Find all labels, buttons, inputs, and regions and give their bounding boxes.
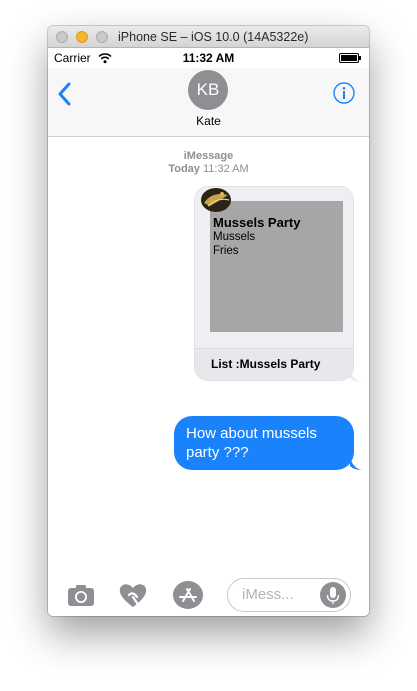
battery-icon: [339, 53, 361, 63]
sent-message-bubble[interactable]: How about mussels party ???: [174, 416, 354, 470]
zoom-window-button[interactable]: [96, 31, 108, 43]
timestamp-time: 11:32 AM: [202, 163, 249, 175]
phone-screen: Carrier 11:32 AM KB Kate iMessage Today …: [48, 48, 369, 616]
contact-name[interactable]: Kate: [48, 114, 369, 128]
camera-icon[interactable]: [66, 582, 96, 608]
clock: 11:32 AM: [182, 51, 235, 65]
card-title: Mussels Party: [213, 215, 301, 230]
window-titlebar: iPhone SE – iOS 10.0 (14A5322e): [48, 26, 369, 48]
digital-touch-heart-icon[interactable]: [118, 581, 148, 609]
bubble-tail: [350, 456, 362, 470]
info-icon[interactable]: [333, 82, 355, 104]
card-tail: [350, 370, 362, 382]
timestamp: Today 11:32 AM: [48, 163, 369, 175]
card-body: Mussels Party Mussels Fries: [195, 187, 353, 348]
app-store-icon[interactable]: [172, 580, 204, 610]
simulator-window: iPhone SE – iOS 10.0 (14A5322e) Carrier …: [48, 26, 369, 616]
window-title: iPhone SE – iOS 10.0 (14A5322e): [118, 30, 309, 44]
conversation-header: KB Kate: [48, 68, 369, 137]
contact-avatar[interactable]: KB: [188, 70, 228, 110]
close-window-button[interactable]: [56, 31, 68, 43]
status-bar: Carrier 11:32 AM: [48, 48, 369, 68]
minimize-window-button[interactable]: [76, 31, 88, 43]
app-thumbnail-icon: [201, 188, 231, 212]
card-caption: List :Mussels Party: [195, 348, 353, 380]
card-item: Fries: [213, 245, 239, 257]
chevron-left-icon[interactable]: [58, 82, 72, 106]
microphone-icon[interactable]: [318, 580, 348, 610]
imessage-app-card[interactable]: Mussels Party Mussels Fries List :Mussel…: [194, 186, 354, 381]
card-item: Mussels: [213, 231, 256, 243]
timestamp-day: Today: [168, 163, 200, 175]
service-label: iMessage: [183, 150, 234, 162]
compose-bar: iMess...: [48, 578, 369, 616]
